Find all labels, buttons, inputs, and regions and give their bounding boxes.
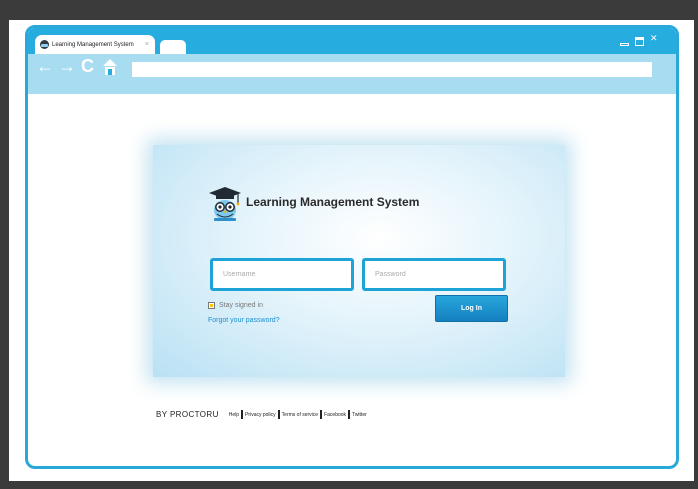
footer-divider [320, 410, 323, 419]
footer-link-privacy[interactable]: Privacy policy [245, 412, 276, 418]
minimize-icon[interactable] [620, 43, 629, 46]
browser-window: Learning Management System × ✕ ← → C Lea… [25, 25, 679, 469]
forward-arrow-icon[interactable]: → [58, 56, 76, 76]
owl-graduate-icon [205, 183, 245, 223]
footer-link-facebook[interactable]: Facebook [324, 412, 346, 418]
footer-divider [348, 410, 351, 419]
home-icon[interactable] [103, 59, 117, 80]
footer-divider [277, 410, 280, 419]
footer: BY PROCTORU Help Privacy policy Terms of… [156, 410, 367, 419]
close-window-icon[interactable]: ✕ [650, 33, 658, 43]
forgot-password-link[interactable]: Forgot your password? [208, 317, 280, 324]
owl-favicon-icon [40, 40, 49, 49]
login-card: Learning Management System Stay signed i… [153, 145, 565, 377]
stay-signed-in-label: Stay signed in [219, 302, 263, 309]
browser-tab[interactable]: Learning Management System × [35, 35, 155, 54]
footer-link-twitter[interactable]: Twitter [352, 412, 367, 418]
address-bar[interactable] [132, 62, 652, 77]
reload-icon[interactable]: C [81, 56, 94, 76]
tab-close-icon[interactable]: × [145, 41, 149, 48]
maximize-icon[interactable] [635, 37, 644, 46]
tab-title: Learning Management System [52, 41, 134, 48]
back-arrow-icon[interactable]: ← [36, 56, 54, 76]
username-field[interactable] [210, 258, 354, 291]
stay-signed-in[interactable]: Stay signed in [208, 302, 263, 309]
footer-brand: BY PROCTORU [156, 410, 219, 419]
footer-divider [241, 410, 244, 419]
password-field[interactable] [362, 258, 506, 291]
stay-signed-in-checkbox[interactable] [208, 302, 215, 309]
footer-link-terms[interactable]: Terms of service [282, 412, 318, 418]
footer-link-help[interactable]: Help [229, 412, 239, 418]
app-title: Learning Management System [246, 195, 420, 209]
new-tab-button[interactable] [160, 40, 186, 54]
login-button[interactable]: Log In [435, 295, 508, 322]
